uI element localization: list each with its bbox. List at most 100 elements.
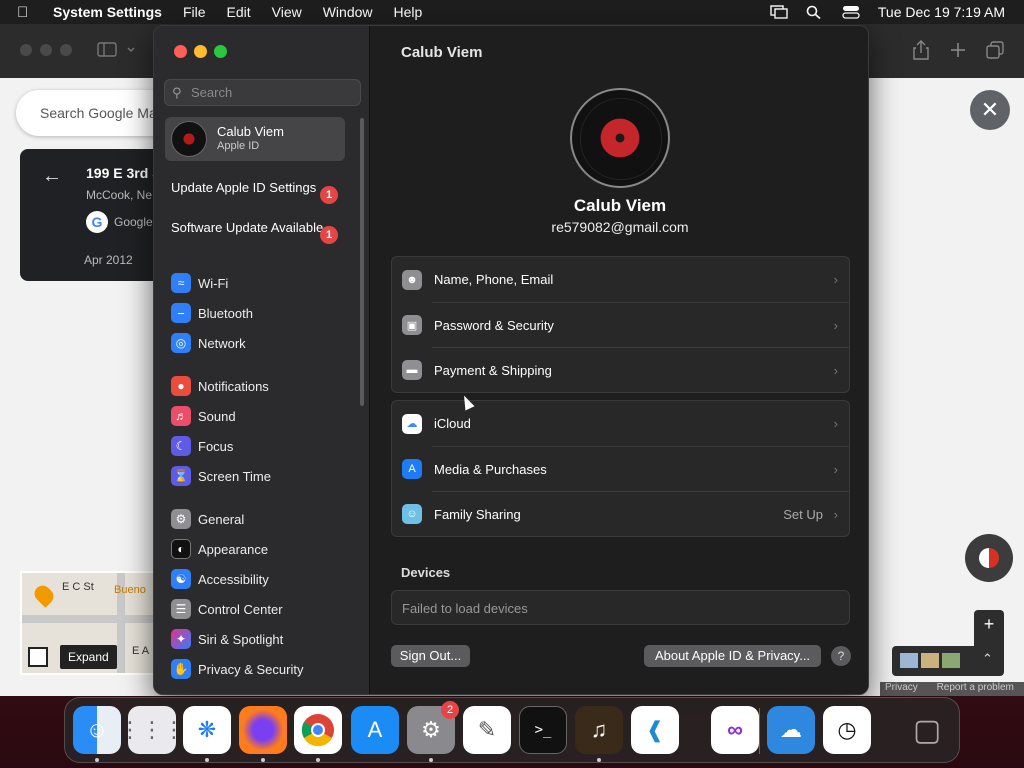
row-password-security[interactable]: ▣ Password & Security › — [402, 302, 849, 347]
update-apple-id-notice[interactable]: Update Apple ID Settings — [171, 180, 341, 196]
menu-app-name[interactable]: System Settings — [53, 4, 162, 20]
person-icon: ☻ — [402, 269, 422, 290]
settings-sidebar: ⚲ Search Calub Viem Apple ID Update Appl… — [154, 26, 370, 694]
finder-icon[interactable]: ☺ — [73, 706, 121, 754]
place-address: 199 E 3rd S — [86, 165, 162, 181]
sidebar-item-privacy-security[interactable]: ✋ Privacy & Security — [171, 658, 303, 680]
sidebar-item-notifications[interactable]: ● Notifications — [171, 375, 269, 397]
visual-studio-icon[interactable]: ∞ — [711, 706, 759, 754]
running-indicator — [95, 758, 99, 762]
layer-thumb[interactable] — [900, 653, 918, 668]
map-street-label: E A — [132, 645, 150, 657]
chrome-icon[interactable] — [294, 706, 342, 754]
mini-map[interactable]: E C St Bueno E A Expand — [20, 571, 160, 675]
maps-close-button[interactable] — [20, 44, 32, 56]
safari-icon[interactable]: ❋ — [183, 706, 231, 754]
maps-minimize-button[interactable] — [40, 44, 52, 56]
sidebar-item-label: Focus — [198, 438, 234, 454]
focus-icon: ☾ — [171, 436, 191, 456]
sidebar-item-label: Bluetooth — [198, 305, 253, 321]
sign-out-button[interactable]: Sign Out... — [391, 645, 470, 667]
row-label: iCloud — [434, 416, 471, 431]
sidebar-item-network[interactable]: ◎ Network — [171, 332, 246, 354]
chevron-right-icon: › — [833, 507, 838, 522]
map-layers-control[interactable]: ⌃ — [892, 646, 1004, 676]
sidebar-search-input[interactable]: ⚲ Search — [164, 79, 361, 106]
sidebar-item-screen-time[interactable]: ⌛ Screen Time — [171, 465, 271, 487]
launchpad-icon[interactable]: ⋮⋮⋮ — [119, 706, 185, 754]
services-group: ☁ iCloud › A Media & Purchases › ☺ Famil… — [391, 400, 850, 537]
row-media-purchases[interactable]: A Media & Purchases › — [402, 446, 849, 491]
vscode-icon[interactable]: ❰ — [631, 706, 679, 754]
menu-file[interactable]: File — [183, 4, 206, 20]
expand-tooltip: Expand — [60, 645, 117, 669]
sidebar-item-siri-spotlight[interactable]: ✦ Siri & Spotlight — [171, 628, 283, 650]
help-button[interactable]: ? — [831, 646, 851, 666]
software-update-notice[interactable]: Software Update Available — [171, 220, 341, 236]
row-name-phone-email[interactable]: ☻ Name, Phone, Email › — [392, 257, 849, 302]
garageband-icon[interactable]: ♫ — [575, 706, 623, 754]
sidebar-toggle-icon[interactable] — [97, 42, 137, 58]
layer-thumb[interactable] — [921, 653, 939, 668]
sidebar-item-bluetooth[interactable]: Bluetooth — [171, 302, 253, 324]
window-minimize-button[interactable] — [194, 45, 207, 58]
sidebar-item-sound[interactable]: ♬ Sound — [171, 405, 236, 427]
sidebar-item-apple-id[interactable]: Calub Viem Apple ID — [165, 117, 345, 161]
bluetooth-icon — [171, 303, 191, 323]
textedit-icon[interactable]: ✎ — [463, 706, 511, 754]
menu-window[interactable]: Window — [323, 4, 373, 20]
menu-clock[interactable]: Tue Dec 19 7:19 AM — [878, 4, 1005, 20]
sidebar-item-appearance[interactable]: ◐ Appearance — [171, 538, 268, 560]
row-payment-shipping[interactable]: ▬ Payment & Shipping › — [402, 347, 849, 392]
profile-avatar[interactable] — [570, 88, 670, 188]
apple-menu-icon[interactable]:  — [17, 4, 37, 21]
about-apple-id-privacy-button[interactable]: About Apple ID & Privacy... — [644, 645, 821, 667]
profile-name: Calub Viem — [573, 196, 667, 215]
terminal-icon[interactable]: >_ — [519, 706, 567, 754]
menu-help[interactable]: Help — [394, 4, 423, 20]
firefox-icon[interactable] — [239, 706, 287, 754]
close-streetview-button[interactable]: ✕ — [970, 90, 1010, 130]
control-center-icon[interactable] — [842, 5, 860, 19]
new-tab-icon[interactable] — [950, 42, 966, 58]
menu-view[interactable]: View — [272, 4, 302, 20]
maps-zoom-button[interactable] — [60, 44, 72, 56]
sidebar-item-accessibility[interactable]: ☯ Accessibility — [171, 568, 269, 590]
page-title: Calub Viem — [401, 44, 483, 61]
back-arrow-icon[interactable]: ← — [42, 165, 62, 188]
account-subtitle: Apple ID — [217, 140, 260, 152]
sidebar-item-label: Appearance — [198, 541, 269, 557]
sidebar-item-control-center[interactable]: ☰ Control Center — [171, 598, 283, 620]
window-close-button[interactable] — [174, 45, 187, 58]
app-store-icon[interactable]: A — [351, 706, 399, 754]
sidebar-item-wifi[interactable]: ≈ Wi-Fi — [171, 272, 228, 294]
place-source: Google — [114, 215, 153, 229]
privacy-link[interactable]: Privacy — [885, 682, 918, 693]
row-label: Name, Phone, Email — [434, 272, 554, 287]
screen-mirroring-icon[interactable] — [770, 5, 788, 19]
layer-thumb[interactable] — [942, 653, 960, 668]
menu-bar:  System Settings File Edit View Window … — [0, 0, 1024, 24]
trash-icon[interactable]: ▢ — [903, 706, 951, 754]
sidebar-scrollbar[interactable] — [360, 118, 364, 406]
sidebar-item-focus[interactable]: ☾ Focus — [171, 435, 233, 457]
menu-edit[interactable]: Edit — [227, 4, 251, 20]
sidebar-item-label: Screen Time — [198, 468, 271, 484]
maps-footer: Privacy Report a problem — [880, 682, 1024, 696]
sidebar-item-label: Privacy & Security — [198, 661, 304, 677]
weather-icon[interactable]: ☁ — [767, 706, 815, 754]
fullscreen-icon[interactable] — [28, 647, 48, 667]
window-zoom-button[interactable] — [214, 45, 227, 58]
compass-icon[interactable] — [965, 534, 1013, 582]
clock-icon[interactable]: ◷ — [823, 706, 871, 754]
spotlight-search-icon[interactable] — [806, 5, 824, 20]
expand-layers-icon[interactable]: ⌃ — [982, 651, 993, 667]
sidebar-item-general[interactable]: ⚙ General — [171, 508, 244, 530]
tab-overview-icon[interactable] — [986, 41, 1004, 59]
row-family-sharing[interactable]: ☺ Family Sharing Set Up › — [402, 491, 849, 536]
zoom-in-button[interactable]: + — [974, 610, 1004, 638]
share-icon[interactable] — [913, 40, 929, 60]
google-logo-icon: G — [86, 211, 108, 233]
report-problem-link[interactable]: Report a problem — [937, 682, 1014, 693]
row-icloud[interactable]: ☁ iCloud › — [392, 401, 849, 446]
